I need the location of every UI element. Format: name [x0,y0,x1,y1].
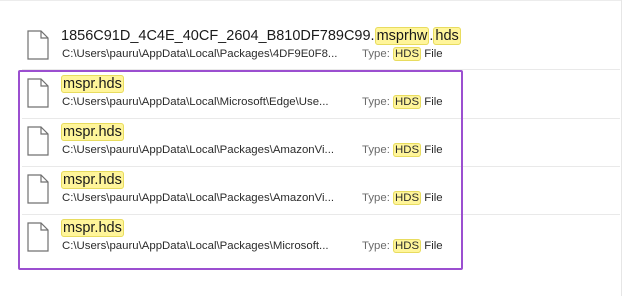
result-file-name: mspr.hds [61,171,124,189]
type-suffix: File [424,48,443,60]
type-label: Type: [362,48,390,60]
generic-file-icon [27,30,49,60]
type-suffix: File [424,96,443,108]
search-result-item[interactable]: mspr.hds C:\Users\pauru\AppData\Local\Pa… [0,216,622,264]
type-label: Type: [362,240,390,252]
search-match-highlight: msprhw [374,27,430,45]
search-result-item[interactable]: mspr.hds C:\Users\pauru\AppData\Local\Pa… [0,120,622,168]
result-file-path: C:\Users\pauru\AppData\Local\Packages\4D… [62,48,338,60]
search-match-highlight: mspr.hds [61,75,124,93]
result-file-path: C:\Users\pauru\AppData\Local\Packages\Am… [62,192,335,204]
generic-file-icon [27,174,49,204]
type-label: Type: [362,144,390,156]
search-match-highlight: HDS [393,191,422,205]
search-match-highlight: mspr.hds [61,123,124,141]
generic-file-icon [27,126,49,156]
result-divider [22,214,620,215]
search-result-item[interactable]: 1856C91D_4C4E_40CF_2604_B810DF789C99. msp… [0,24,622,72]
search-result-item[interactable]: mspr.hds C:\Users\pauru\AppData\Local\Pa… [0,168,622,216]
result-file-type: Type: HDS File [362,95,443,110]
result-divider [22,166,620,167]
result-file-path: C:\Users\pauru\AppData\Local\Packages\Mi… [62,240,329,252]
type-label: Type: [362,96,390,108]
result-file-path: C:\Users\pauru\AppData\Local\Packages\Am… [62,144,335,156]
type-suffix: File [424,240,443,252]
result-file-type: Type: HDS File [362,47,443,62]
type-suffix: File [424,192,443,204]
search-match-highlight: HDS [393,143,422,157]
result-divider [22,69,620,70]
search-results-panel: 1856C91D_4C4E_40CF_2604_B810DF789C99. msp… [0,0,625,296]
result-file-name: mspr.hds [61,219,124,237]
result-file-type: Type: HDS File [362,191,443,206]
search-match-highlight: HDS [393,95,422,109]
result-file-name: 1856C91D_4C4E_40CF_2604_B810DF789C99. msp… [61,27,461,45]
file-name-text: 1856C91D_4C4E_40CF_2604_B810DF789C99. [61,28,375,44]
result-file-path: C:\Users\pauru\AppData\Local\Microsoft\E… [62,96,329,108]
result-file-name: mspr.hds [61,75,124,93]
search-match-highlight: mspr.hds [61,171,124,189]
search-match-highlight: hds [433,27,461,45]
type-suffix: File [424,144,443,156]
search-match-highlight: HDS [393,47,422,61]
search-match-highlight: mspr.hds [61,219,124,237]
search-match-highlight: HDS [393,239,422,253]
type-label: Type: [362,192,390,204]
generic-file-icon [27,78,49,108]
generic-file-icon [27,222,49,252]
result-file-type: Type: HDS File [362,143,443,158]
result-file-name: mspr.hds [61,123,124,141]
panel-top-edge [0,0,622,1]
result-divider [22,118,620,119]
search-result-item[interactable]: mspr.hds C:\Users\pauru\AppData\Local\Mi… [0,72,622,120]
result-file-type: Type: HDS File [362,239,443,254]
